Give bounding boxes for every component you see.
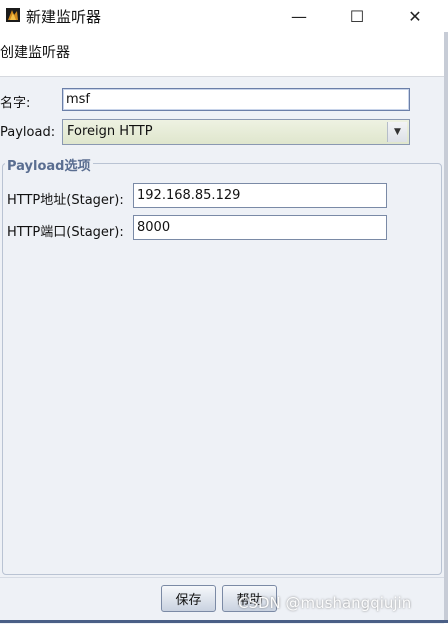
http-host-label: HTTP地址(Stager): [7, 193, 124, 208]
title-bar: 新建监听器 — ☐ ✕ [0, 0, 448, 32]
payload-label: Payload: [0, 125, 56, 140]
window-edge [444, 32, 448, 623]
maximize-button[interactable]: ☐ [334, 0, 380, 32]
window-title: 新建监听器 [26, 8, 102, 26]
close-button[interactable]: ✕ [392, 0, 438, 32]
watermark: CSDN @mushangqiujin [238, 594, 412, 612]
minimize-button[interactable]: — [276, 0, 322, 32]
dialog-header-text: 创建监听器 [0, 45, 70, 61]
name-input[interactable] [62, 88, 410, 111]
save-button[interactable]: 保存 [161, 585, 216, 612]
payload-select-value: Foreign HTTP [67, 124, 153, 139]
http-port-input[interactable] [133, 215, 387, 240]
payload-select[interactable]: Foreign HTTP ▼ [62, 119, 410, 145]
name-label: 名字: [0, 96, 31, 111]
http-port-label: HTTP端口(Stager): [7, 225, 124, 240]
payload-options-title: Payload选项 [5, 155, 93, 174]
dialog-header: 创建监听器 [0, 32, 448, 77]
http-host-input[interactable] [133, 183, 387, 208]
app-icon [6, 8, 20, 22]
chevron-down-icon[interactable]: ▼ [387, 122, 407, 142]
